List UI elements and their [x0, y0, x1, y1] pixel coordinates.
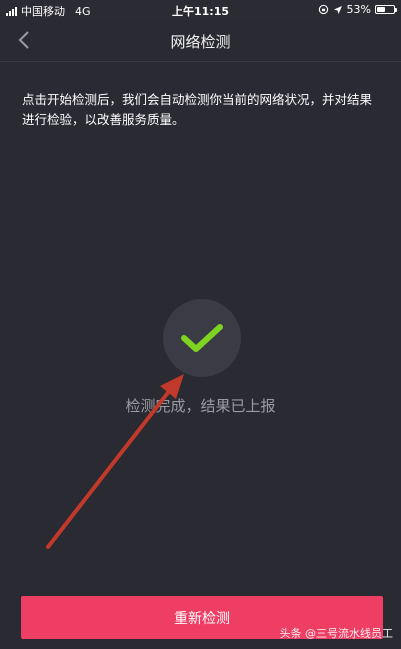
battery-percent: 53% — [346, 3, 371, 16]
checkmark-icon — [181, 324, 223, 352]
page-title: 网络检测 — [170, 33, 231, 51]
watermark-text: 头条 @三号流水线员工 — [279, 627, 394, 640]
status-right: 53% — [318, 3, 397, 16]
status-bar: 中国移动 4G 上午11:15 53% — [0, 0, 401, 20]
result-text: 检测完成，结果已上报 — [125, 397, 276, 415]
check-result-circle — [163, 299, 241, 377]
location-arrow-icon — [333, 5, 342, 14]
description-text: 点击开始检测后，我们会自动检测你当前的网络状况，并对结果进行检验，以改善服务质量… — [22, 92, 373, 127]
battery-fill — [377, 7, 386, 12]
rotation-lock-icon — [318, 4, 328, 15]
nav-bar: 网络检测 — [0, 20, 401, 62]
battery-icon — [375, 5, 397, 14]
